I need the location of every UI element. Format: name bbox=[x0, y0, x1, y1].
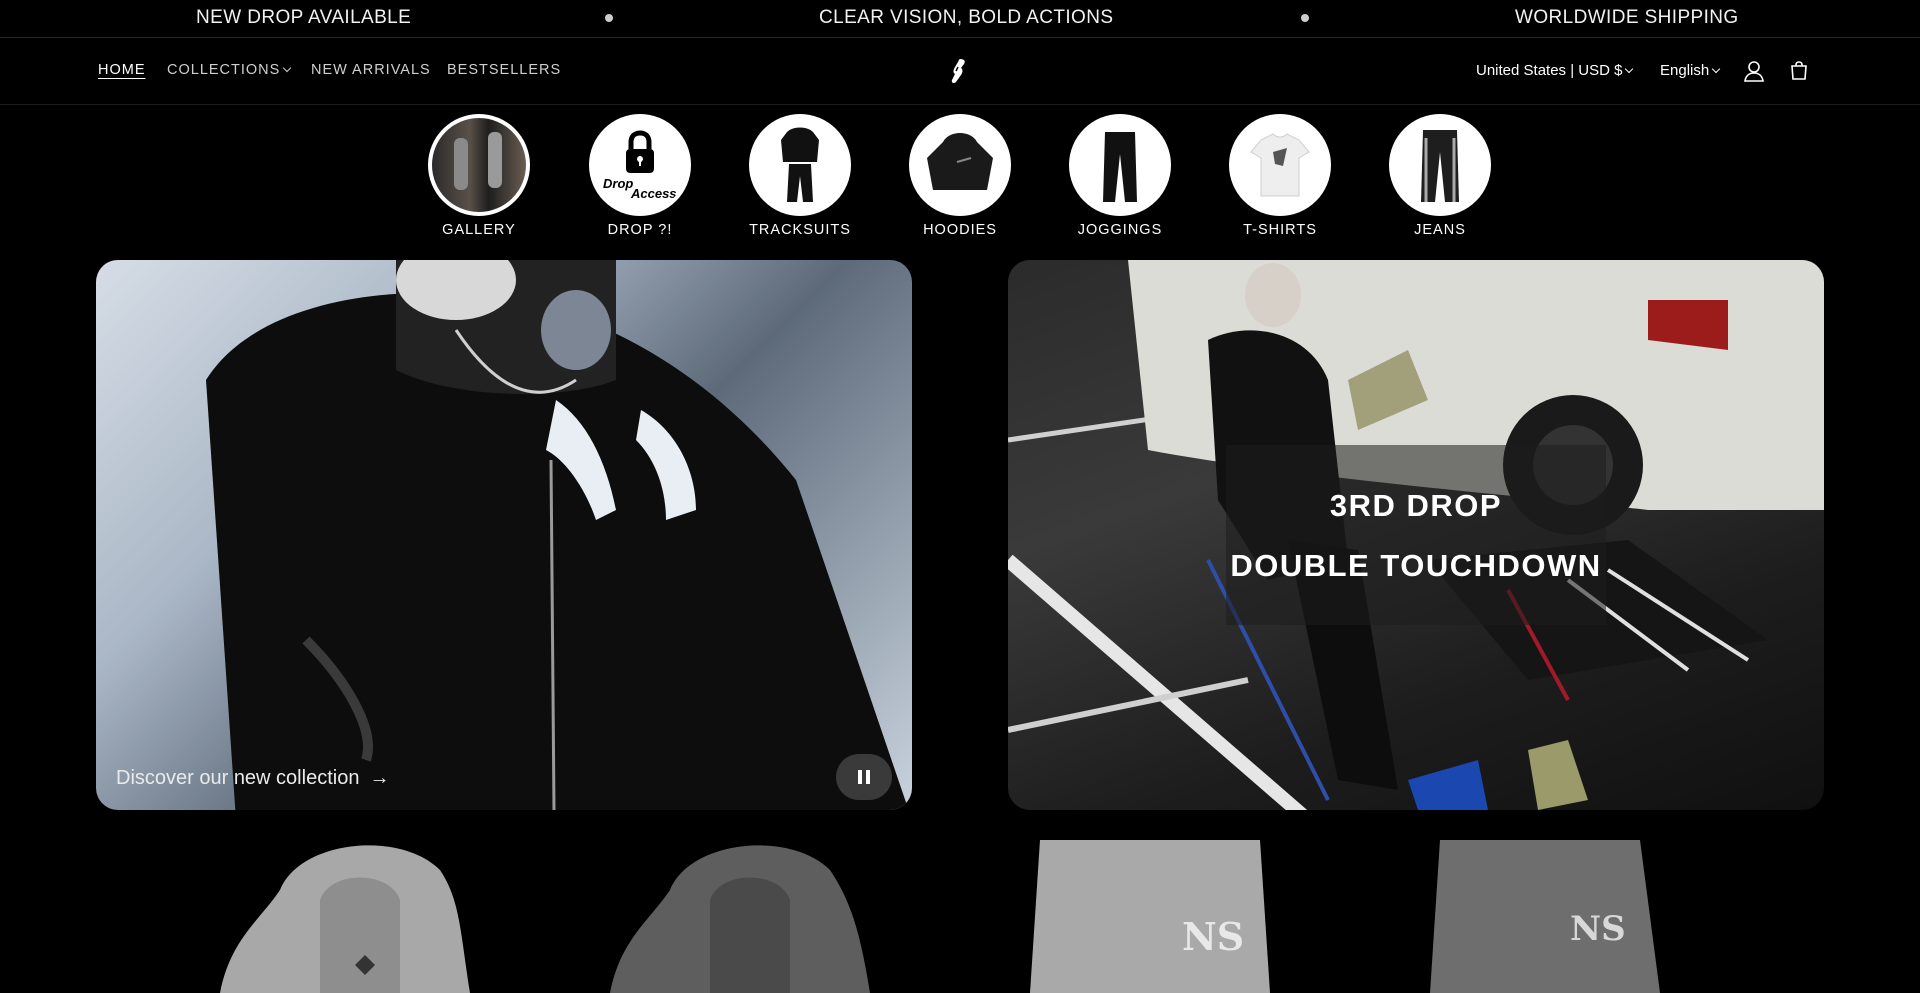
pause-button[interactable] bbox=[836, 754, 892, 800]
category-tracksuits[interactable]: TRACKSUITS bbox=[745, 114, 855, 238]
site-header: HOME COLLECTIONS NEW ARRIVALS BESTSELLER… bbox=[0, 39, 1920, 105]
language-label: English bbox=[1660, 62, 1710, 79]
category-joggings[interactable]: JOGGINGS bbox=[1065, 114, 1175, 238]
announcement-message: WORLDWIDE SHIPPING bbox=[1515, 7, 1739, 28]
category-hoodies[interactable]: HOODIES bbox=[905, 114, 1015, 238]
chevron-down-icon bbox=[283, 63, 292, 73]
currency-label: United States | USD $ bbox=[1476, 62, 1623, 79]
hero-video-image bbox=[206, 260, 909, 810]
category-label: DROP ?! bbox=[607, 222, 673, 238]
nav-collections-label: COLLECTIONS bbox=[167, 62, 281, 78]
chevron-down-icon bbox=[1625, 64, 1634, 74]
category-label: TRACKSUITS bbox=[749, 222, 851, 238]
announcement-message: CLEAR VISION, BOLD ACTIONS bbox=[819, 7, 1114, 28]
nav-bestsellers-link[interactable]: BESTSELLERS bbox=[447, 62, 561, 78]
nav-new-arrivals-link[interactable]: NEW ARRIVALS bbox=[311, 62, 431, 78]
hoodie-image bbox=[913, 118, 1007, 212]
category-label: HOODIES bbox=[923, 222, 997, 238]
separator-dot bbox=[1301, 14, 1309, 22]
hero-drop-card[interactable]: 3RD DROP DOUBLE TOUCHDOWN bbox=[1008, 260, 1824, 810]
category-label: JOGGINGS bbox=[1077, 222, 1163, 238]
jeans-image bbox=[1393, 118, 1487, 212]
category-thumbnail bbox=[428, 114, 530, 216]
nav-collections-link[interactable]: COLLECTIONS bbox=[167, 62, 292, 78]
category-thumbnail bbox=[909, 114, 1011, 216]
hero-video-card[interactable]: Discover our new collection → bbox=[96, 260, 912, 810]
category-thumbnail bbox=[749, 114, 851, 216]
hero-subtitle: DOUBLE TOUCHDOWN bbox=[1230, 548, 1602, 583]
category-thumbnail bbox=[1229, 114, 1331, 216]
category-drop[interactable]: Drop Access DROP ?! bbox=[585, 114, 695, 238]
category-thumbnail: Drop Access bbox=[589, 114, 691, 216]
currency-selector[interactable]: United States | USD $ bbox=[1476, 62, 1634, 79]
category-jeans[interactable]: JEANS bbox=[1385, 114, 1495, 238]
product-card[interactable]: NS bbox=[1010, 830, 1370, 993]
category-label: T-SHIRTS bbox=[1243, 222, 1317, 238]
separator-dot bbox=[605, 14, 613, 22]
account-icon[interactable] bbox=[1741, 58, 1767, 84]
nav-home-link[interactable]: HOME bbox=[98, 62, 146, 78]
discover-label: Discover our new collection bbox=[116, 767, 360, 789]
category-thumbnail bbox=[1389, 114, 1491, 216]
language-selector[interactable]: English bbox=[1660, 62, 1721, 79]
announcement-bar: NEW DROP AVAILABLE CLEAR VISION, BOLD AC… bbox=[0, 0, 1920, 38]
category-label: GALLERY bbox=[442, 222, 516, 238]
dark-grey-joggers-image: NS bbox=[1430, 840, 1660, 993]
category-gallery[interactable]: GALLERY bbox=[424, 114, 534, 238]
product-card[interactable] bbox=[590, 830, 950, 993]
pause-icon bbox=[858, 770, 862, 784]
pause-icon bbox=[866, 770, 870, 784]
gallery-image bbox=[432, 118, 526, 212]
drop-label: Drop bbox=[603, 176, 634, 191]
joggings-image bbox=[1073, 118, 1167, 212]
category-label: JEANS bbox=[1414, 222, 1466, 238]
hero-text-overlay bbox=[1226, 445, 1606, 625]
arrow-right-icon: → bbox=[369, 767, 390, 789]
drop-access-badge: Drop Access bbox=[593, 118, 687, 212]
announcement-message: NEW DROP AVAILABLE bbox=[196, 7, 412, 28]
grey-hoodie-image bbox=[220, 845, 470, 993]
access-label: Access bbox=[631, 186, 677, 201]
brand-logo-icon[interactable] bbox=[946, 58, 970, 84]
grey-joggers-image: NS bbox=[1030, 840, 1270, 993]
brand-monogram: NS bbox=[1570, 909, 1626, 949]
chevron-down-icon bbox=[1711, 64, 1721, 74]
product-card[interactable] bbox=[200, 830, 560, 993]
brand-monogram: NS bbox=[1182, 914, 1244, 959]
category-t-shirts[interactable]: T-SHIRTS bbox=[1225, 114, 1335, 238]
dark-grey-hoodie-image bbox=[610, 845, 870, 993]
product-card[interactable]: NS bbox=[1420, 830, 1780, 993]
category-thumbnail bbox=[1069, 114, 1171, 216]
tshirt-image bbox=[1233, 118, 1327, 212]
tracksuit-image bbox=[753, 118, 847, 212]
discover-collection-link[interactable]: Discover our new collection → bbox=[116, 767, 389, 790]
cart-icon[interactable] bbox=[1786, 58, 1812, 84]
hero-title: 3RD DROP bbox=[1329, 488, 1503, 523]
